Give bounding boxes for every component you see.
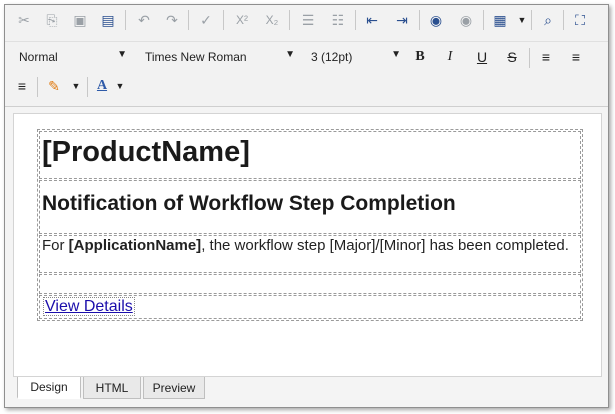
toolbar-separator bbox=[563, 10, 564, 30]
editor-frame: ✂ ⎘ ▣ ▤ ↶ ↷ ✓ X² X₂ ☰ ☷ ⇤ ⇥ ◉ ◉ ▦ ▼ ⌕ ⛶ … bbox=[4, 4, 609, 408]
bulleted-list-icon[interactable]: ☷ bbox=[327, 9, 349, 31]
toolbar-separator bbox=[289, 10, 290, 30]
view-details-link[interactable]: View Details bbox=[43, 297, 135, 316]
highlight-dropdown-icon[interactable]: ▼ bbox=[65, 75, 87, 97]
para-prefix: For bbox=[42, 237, 69, 254]
tab-preview[interactable]: Preview bbox=[143, 377, 205, 399]
table-icon[interactable]: ▦ bbox=[489, 9, 511, 31]
toolbar-row-1: ✂ ⎘ ▣ ▤ ↶ ↷ ✓ X² X₂ ☰ ☷ ⇤ ⇥ ◉ ◉ ▦ ▼ ⌕ ⛶ bbox=[5, 9, 608, 35]
toolbar-row-3: ≡ ✎ ▼ A ▼ bbox=[5, 71, 608, 101]
align-center-icon[interactable]: ≡ bbox=[565, 46, 587, 68]
toolbar-separator bbox=[188, 10, 189, 30]
font-select-value: Times New Roman bbox=[145, 50, 247, 64]
superscript-icon[interactable]: X² bbox=[231, 9, 253, 31]
insert-link-icon[interactable]: ◉ bbox=[425, 9, 447, 31]
cut-icon[interactable]: ✂ bbox=[13, 9, 35, 31]
toolbar-separator bbox=[223, 10, 224, 30]
copy-icon[interactable]: ⎘ bbox=[41, 9, 63, 31]
table-dropdown-icon[interactable]: ▼ bbox=[511, 9, 533, 31]
toolbar-separator bbox=[531, 10, 532, 30]
format-select-value: Normal bbox=[19, 50, 58, 64]
toolbar-separator bbox=[125, 10, 126, 30]
font-select[interactable]: Times New Roman ▼ bbox=[139, 45, 301, 69]
align-right-icon[interactable]: ≡ bbox=[11, 75, 33, 97]
link-cell[interactable]: View Details bbox=[39, 295, 581, 319]
document-subtitle[interactable]: Notification of Workflow Step Completion bbox=[39, 180, 581, 234]
spellcheck-icon[interactable]: ✓ bbox=[195, 9, 217, 31]
numbered-list-icon[interactable]: ☰ bbox=[297, 9, 319, 31]
strikethrough-button[interactable]: S bbox=[501, 46, 523, 68]
para-app-name: [ApplicationName] bbox=[68, 237, 202, 254]
para-suffix: , the workflow step [Major]/[Minor] has … bbox=[201, 237, 569, 254]
editor-content-area[interactable]: [ProductName] Notification of Workflow S… bbox=[13, 113, 602, 377]
font-color-dropdown-icon[interactable]: ▼ bbox=[109, 75, 131, 97]
document-paragraph[interactable]: For [ApplicationName], the workflow step… bbox=[39, 235, 581, 273]
toolbar-separator bbox=[87, 77, 88, 97]
size-select-value: 3 (12pt) bbox=[311, 50, 353, 64]
document-table: [ProductName] Notification of Workflow S… bbox=[37, 129, 583, 321]
toolbar-separator bbox=[483, 10, 484, 30]
italic-button[interactable]: I bbox=[439, 46, 461, 68]
remove-link-icon[interactable]: ◉ bbox=[455, 9, 477, 31]
highlight-color-icon[interactable]: ✎ bbox=[43, 75, 65, 97]
align-left-icon[interactable]: ≡ bbox=[535, 46, 557, 68]
outdent-icon[interactable]: ⇤ bbox=[361, 9, 383, 31]
empty-cell[interactable] bbox=[39, 274, 581, 294]
format-select[interactable]: Normal ▼ bbox=[13, 45, 133, 69]
toolbar: ✂ ⎘ ▣ ▤ ↶ ↷ ✓ X² X₂ ☰ ☷ ⇤ ⇥ ◉ ◉ ▦ ▼ ⌕ ⛶ … bbox=[5, 5, 608, 107]
fullscreen-icon[interactable]: ⛶ bbox=[569, 9, 591, 31]
chevron-down-icon: ▼ bbox=[391, 49, 401, 60]
document-title[interactable]: [ProductName] bbox=[39, 131, 581, 179]
subscript-icon[interactable]: X₂ bbox=[261, 9, 283, 31]
toolbar-separator bbox=[529, 48, 530, 68]
paste-icon[interactable]: ▣ bbox=[69, 9, 91, 31]
tab-html[interactable]: HTML bbox=[83, 377, 141, 399]
chevron-down-icon: ▼ bbox=[285, 49, 295, 60]
redo-icon[interactable]: ↷ bbox=[161, 9, 183, 31]
tab-design[interactable]: Design bbox=[17, 377, 81, 399]
underline-button[interactable]: U bbox=[471, 46, 493, 68]
paste-from-word-icon[interactable]: ▤ bbox=[97, 9, 119, 31]
indent-icon[interactable]: ⇥ bbox=[391, 9, 413, 31]
size-select[interactable]: 3 (12pt) ▼ bbox=[305, 45, 407, 69]
find-icon[interactable]: ⌕ bbox=[537, 9, 559, 31]
undo-icon[interactable]: ↶ bbox=[133, 9, 155, 31]
chevron-down-icon: ▼ bbox=[117, 49, 127, 60]
toolbar-separator bbox=[419, 10, 420, 30]
toolbar-separator bbox=[355, 10, 356, 30]
toolbar-row-2: Normal ▼ Times New Roman ▼ 3 (12pt) ▼ B … bbox=[5, 41, 608, 71]
bold-button[interactable]: B bbox=[409, 46, 431, 68]
toolbar-separator bbox=[37, 77, 38, 97]
